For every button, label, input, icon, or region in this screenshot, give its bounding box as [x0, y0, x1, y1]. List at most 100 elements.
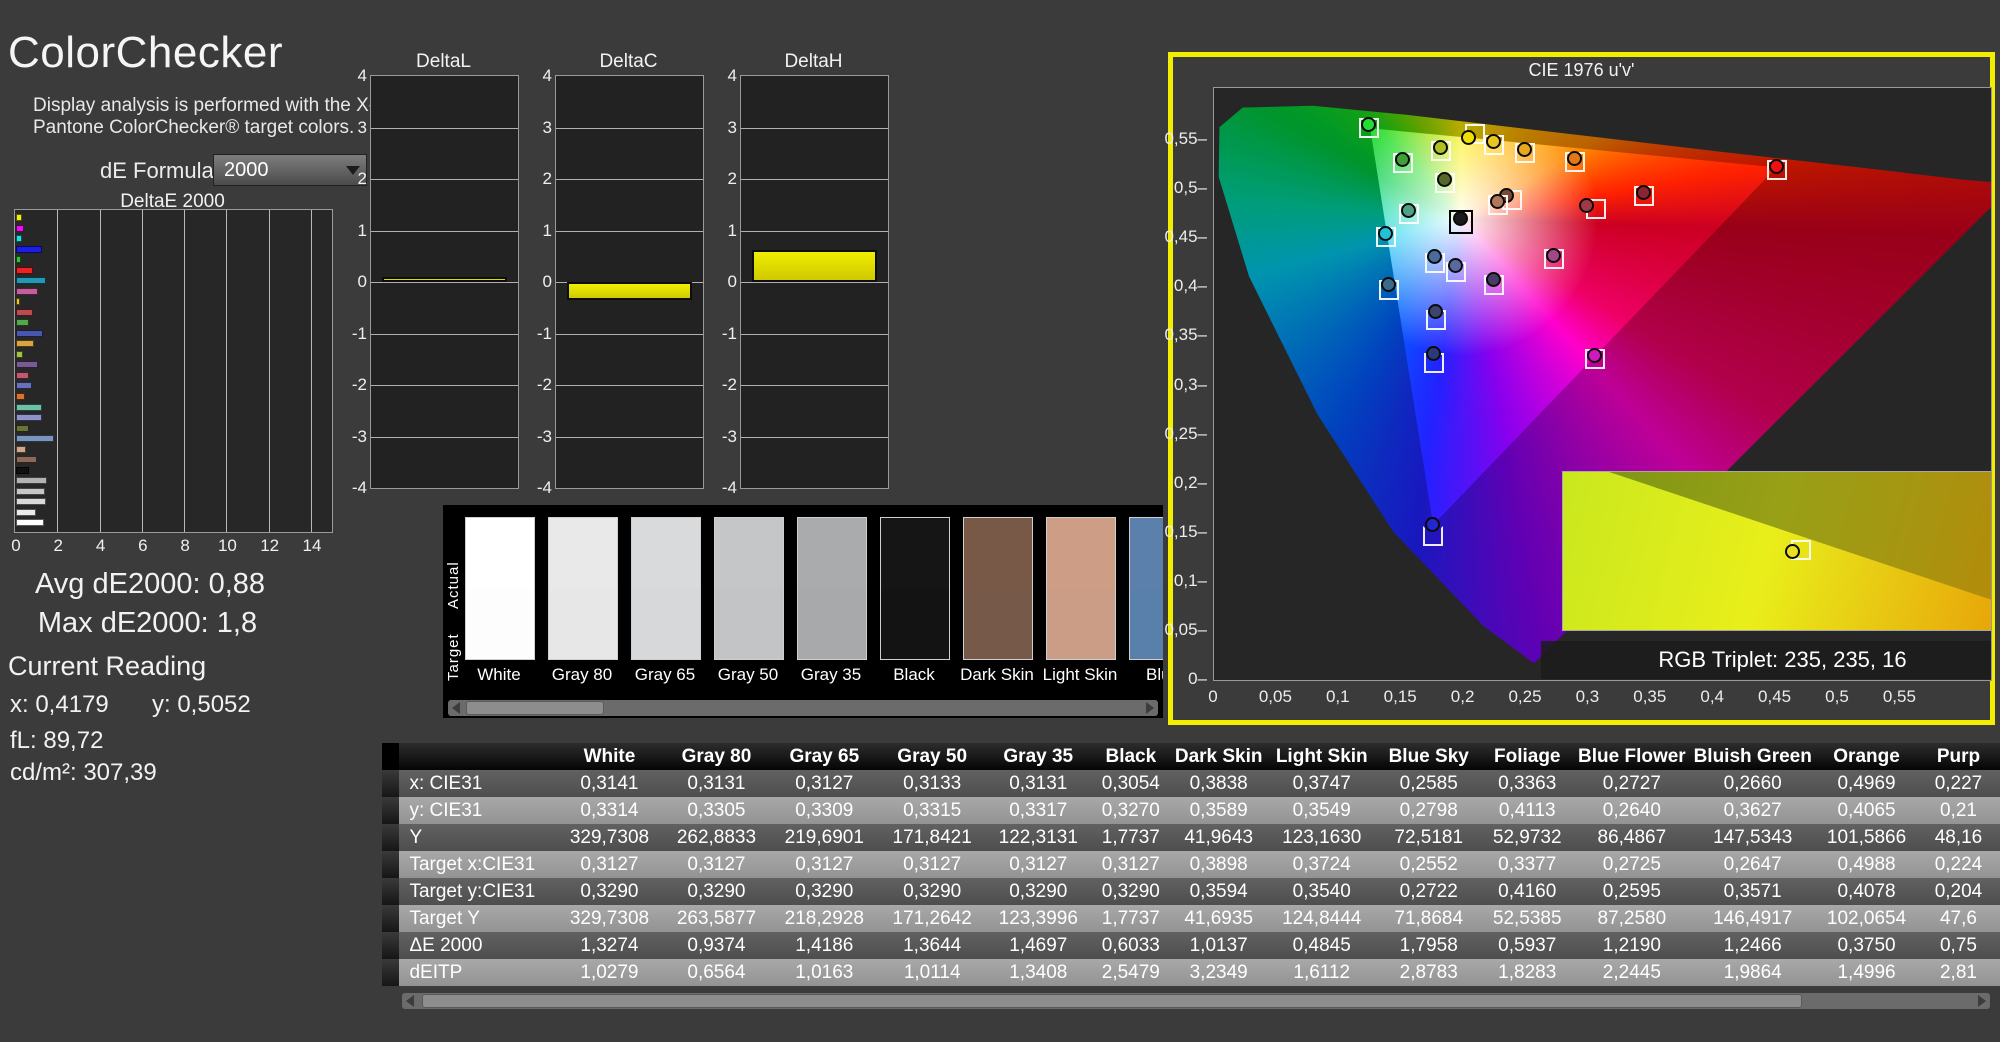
cie-x-tick: 0,15 [1383, 687, 1417, 706]
cell: 1,7737 [1090, 905, 1172, 932]
cell: 0,204 [1916, 878, 2000, 905]
cell: 41,9643 [1171, 824, 1267, 851]
cell: 329,7308 [556, 905, 663, 932]
delta-y-tick: -4 [536, 478, 552, 497]
col-header-bluish-green: Bluish Green [1689, 743, 1817, 770]
table-scroll-right-button[interactable] [1974, 993, 1990, 1009]
cie-y-tick: 0– [1188, 669, 1207, 689]
swatch-target [798, 588, 866, 659]
cell: 48,16 [1916, 824, 2000, 851]
cell: 0,21 [1916, 797, 2000, 824]
table-scrollbar-thumb[interactable] [422, 994, 1802, 1008]
swatch-light-skin [1046, 517, 1116, 660]
deltae-x-tick: 10 [217, 536, 237, 555]
cell: 0,3377 [1480, 851, 1575, 878]
row-strip [382, 851, 400, 878]
cie-y-tick: 0,25– [1164, 423, 1207, 443]
cell: 146,4917 [1689, 905, 1817, 932]
measured-dot [1428, 304, 1444, 320]
cell: 0,3131 [662, 770, 771, 797]
cie-x-tick: 0,5 [1825, 687, 1849, 706]
cell: 0,3315 [878, 797, 987, 824]
cell: 0,75 [1916, 932, 2000, 959]
gridline [556, 333, 703, 335]
swatch-target [466, 588, 534, 659]
cell: 0,4160 [1480, 878, 1575, 905]
delta-y-tick: 2 [357, 169, 367, 188]
swatch-black [880, 517, 950, 660]
delta-bar-deltal [382, 277, 507, 282]
cell: 72,5181 [1377, 824, 1481, 851]
swatch-target [1047, 588, 1115, 659]
measured-dot [1394, 152, 1410, 168]
cie-plot: RGB Triplet: 235, 235, 16 [1213, 87, 1992, 681]
table-scroll-left-button[interactable] [402, 993, 418, 1009]
cell: 263,5877 [662, 905, 771, 932]
cell: 1,8283 [1480, 959, 1575, 986]
cell: 0,3571 [1689, 878, 1817, 905]
gridline [741, 333, 888, 335]
cell: 1,9864 [1689, 959, 1817, 986]
table-header-blank [399, 743, 557, 770]
cell: 0,2660 [1689, 770, 1817, 797]
arrow-left-icon [452, 702, 460, 714]
deltae-bar-green [16, 319, 30, 327]
col-header-gray-50: Gray 50 [878, 743, 987, 770]
cell: 0,3549 [1266, 797, 1378, 824]
deltae-bar-yellow-green [16, 350, 23, 358]
col-header-gray-80: Gray 80 [662, 743, 771, 770]
deltae-bar-blue-sky [16, 435, 54, 443]
cell: 0,5937 [1480, 932, 1575, 959]
delta-y-tick: -2 [351, 375, 367, 394]
measured-dot [1401, 202, 1417, 218]
cie-y-tick: 0,1– [1173, 570, 1207, 590]
cell: 0,3309 [770, 797, 879, 824]
arrow-left-icon [406, 995, 414, 1007]
delta-y-tick: 2 [542, 169, 552, 188]
cell: 0,3127 [986, 851, 1091, 878]
cell: 0,3127 [662, 851, 771, 878]
cie-x-tick: 0,1 [1325, 687, 1350, 706]
cell: 2,2445 [1574, 959, 1690, 986]
deltae-bar-red [16, 308, 33, 316]
de-formula-value: 2000 [224, 158, 269, 181]
swatch-scroll-left-button[interactable] [448, 700, 464, 716]
deltae-bar-blue [16, 329, 44, 337]
cell: 0,3627 [1689, 797, 1817, 824]
cell: 1,3274 [556, 932, 663, 959]
cell: 0,3127 [770, 770, 879, 797]
deltae-bar-green-100- [16, 256, 22, 264]
measured-dot [1636, 184, 1652, 200]
table-scrollbar[interactable] [402, 993, 1990, 1009]
cell: 123,1630 [1266, 824, 1378, 851]
table-row: y: CIE31 0,3314 0,3305 0,3309 0,3315 0,3317 0,… [382, 797, 2000, 824]
delta-chart-plot-deltah: 4 3 2 1 0 -1 -2 -3 -4 [722, 66, 889, 497]
cie-x-tick: 0,55 [1882, 687, 1916, 706]
deltae-bar-orange-yellow [16, 340, 34, 348]
cie-x-tick: 0,2 [1450, 687, 1475, 706]
cell: 1,0114 [878, 959, 987, 986]
delta-y-tick: -3 [721, 426, 737, 446]
measured-dot [1768, 159, 1784, 175]
cell: 0,4845 [1266, 932, 1378, 959]
measured-dot [1545, 248, 1561, 264]
measured-dot [1426, 249, 1442, 265]
col-header-black: Black [1090, 743, 1172, 770]
cell: 0,4969 [1816, 770, 1917, 797]
inset-gamut-edge [1609, 472, 1991, 612]
swatch-scrollbar[interactable] [448, 700, 1158, 716]
swatch-scrollbar-thumb[interactable] [466, 701, 604, 715]
cell: 0,3127 [1090, 851, 1172, 878]
cell: 0,3290 [662, 878, 771, 905]
swatch-scroll-right-button[interactable] [1142, 700, 1158, 716]
cell: 1,7737 [1090, 824, 1172, 851]
row-label: Y [399, 824, 557, 851]
delta-y-tick: 4 [542, 66, 552, 85]
cell: 0,3540 [1266, 878, 1378, 905]
cell: 0,224 [1916, 851, 2000, 878]
cell: 0,3594 [1171, 878, 1267, 905]
cell: 0,3290 [770, 878, 879, 905]
deltae-x-tick: 6 [138, 536, 148, 555]
delta-y-tick: 3 [727, 117, 737, 137]
delta-y-tick: 4 [727, 66, 737, 85]
